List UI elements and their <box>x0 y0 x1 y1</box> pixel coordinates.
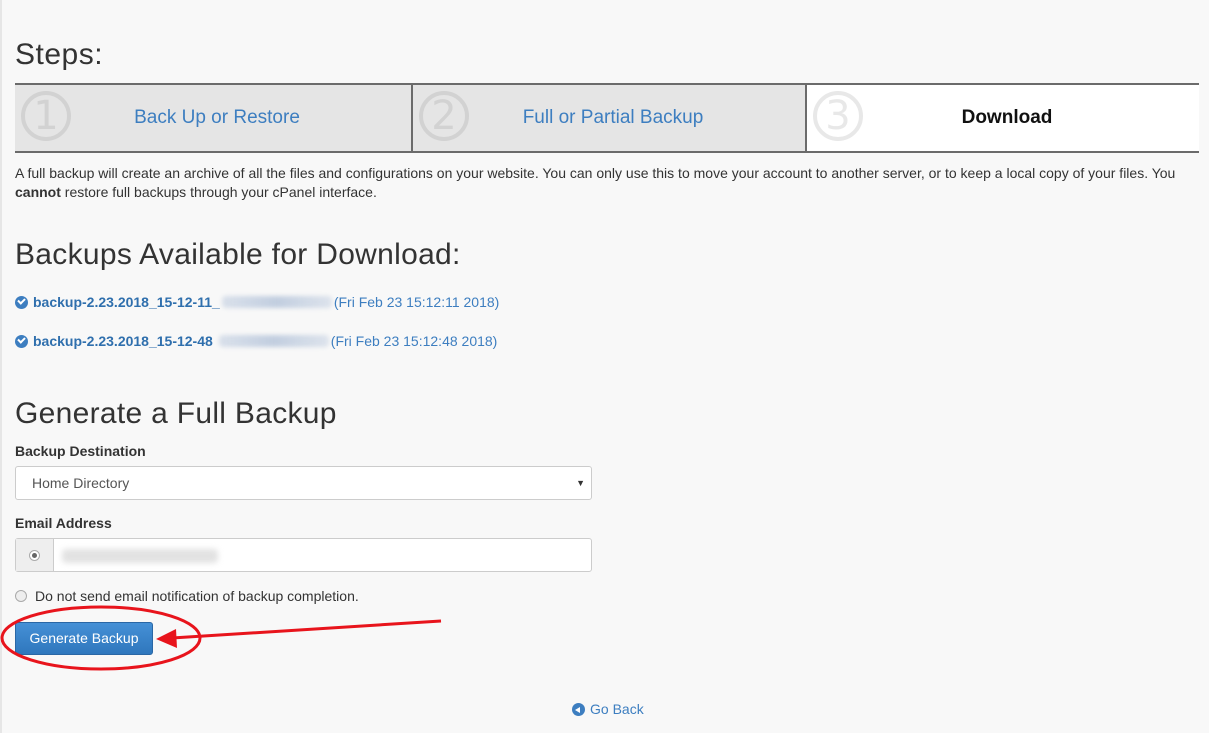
redacted-email <box>62 549 218 563</box>
backup-date: (Fri Feb 23 15:12:11 2018) <box>333 294 500 310</box>
step-number-2: 2 <box>419 91 469 141</box>
annotation-arrow-head <box>156 629 177 648</box>
caret-down-icon: ▼ <box>576 478 585 488</box>
generate-backup-button[interactable]: Generate Backup <box>15 622 153 655</box>
step-number-1: 1 <box>21 91 71 141</box>
backup-destination-label: Backup Destination <box>15 443 146 459</box>
email-address-label: Email Address <box>15 515 112 531</box>
backup-destination-value: Home Directory <box>32 475 130 491</box>
go-back-link[interactable]: Go Back <box>572 701 644 717</box>
step-label: Full or Partial Backup <box>522 107 704 128</box>
redacted-domain <box>218 335 329 347</box>
description-text: A full backup will create an archive of … <box>15 165 1176 181</box>
description-text-end: restore full backups through your cPanel… <box>60 184 377 200</box>
step-full-or-partial-backup[interactable]: 2 Full or Partial Backup <box>411 85 805 151</box>
arrow-left-circle-icon <box>572 702 585 716</box>
step-label: Download <box>961 107 1053 128</box>
email-radio-selected[interactable] <box>29 549 40 561</box>
check-circle-icon <box>15 295 28 309</box>
step-download: 3 Download <box>805 85 1199 151</box>
steps-wizard: 1 Back Up or Restore 2 Full or Partial B… <box>15 83 1199 153</box>
full-backup-description: A full backup will create an archive of … <box>15 164 1195 202</box>
page-left-border <box>0 0 2 733</box>
backup-link[interactable]: backup-2.23.2018_15-12-48 (Fri Feb 23 15… <box>15 331 497 351</box>
backup-date: (Fri Feb 23 15:12:48 2018) <box>330 333 498 349</box>
check-circle-icon <box>15 334 28 348</box>
step-label: Back Up or Restore <box>134 107 300 128</box>
annotation-arrow-line <box>171 619 442 640</box>
redacted-domain <box>221 296 332 308</box>
backup-destination-select[interactable]: Home Directory ▼ <box>15 466 592 500</box>
no-email-label: Do not send email notification of backup… <box>35 588 359 604</box>
steps-title: Steps: <box>15 38 104 71</box>
generate-backup-title: Generate a Full Backup <box>15 397 337 430</box>
backups-available-title: Backups Available for Download: <box>15 238 461 271</box>
backup-filename: backup-2.23.2018_15-12-11_ <box>33 294 220 310</box>
backup-link[interactable]: backup-2.23.2018_15-12-11_ (Fri Feb 23 1… <box>15 292 499 312</box>
description-emphasis: cannot <box>15 184 61 200</box>
email-radio-addon[interactable] <box>16 539 54 571</box>
no-email-radio[interactable] <box>15 590 27 602</box>
email-address-input[interactable] <box>54 539 591 571</box>
step-number-3: 3 <box>813 91 863 141</box>
backup-filename: backup-2.23.2018_15-12-48 <box>33 333 213 349</box>
no-email-option[interactable]: Do not send email notification of backup… <box>15 586 359 606</box>
go-back-label: Go Back <box>590 701 644 717</box>
step-back-up-or-restore[interactable]: 1 Back Up or Restore <box>15 85 411 151</box>
email-address-group <box>15 538 592 572</box>
